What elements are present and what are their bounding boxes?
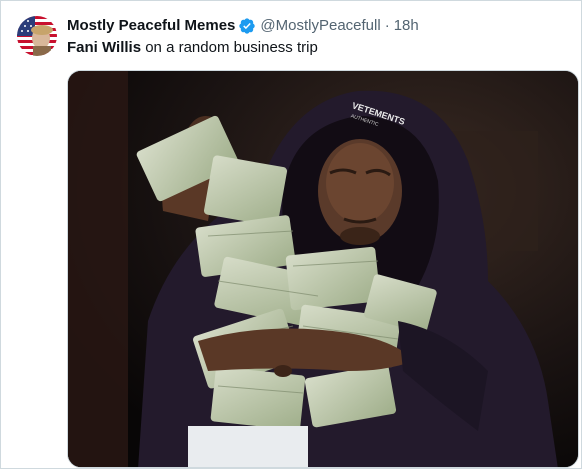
tweet-text-rest: on a random business trip — [141, 39, 318, 56]
verified-badge-icon — [239, 18, 256, 34]
photo-man-hugging-cash-icon: VETEMENTS AUTHENTIC — [68, 71, 578, 467]
avatar[interactable] — [17, 16, 57, 56]
display-name[interactable]: Mostly Peaceful Memes — [67, 16, 235, 36]
tweet-card[interactable]: Mostly Peaceful Memes @MostlyPeacefull ·… — [0, 0, 582, 469]
tweet-media-photo[interactable]: VETEMENTS AUTHENTIC — [67, 70, 579, 468]
tweet-text: Fani Willis on a random business trip — [67, 38, 318, 58]
tweet-header: Mostly Peaceful Memes @MostlyPeacefull ·… — [67, 16, 419, 36]
tweet-text-bold: Fani Willis — [67, 39, 142, 56]
user-handle[interactable]: @MostlyPeacefull — [260, 16, 380, 36]
timestamp[interactable]: 18h — [394, 16, 419, 36]
separator-dot: · — [384, 17, 390, 34]
